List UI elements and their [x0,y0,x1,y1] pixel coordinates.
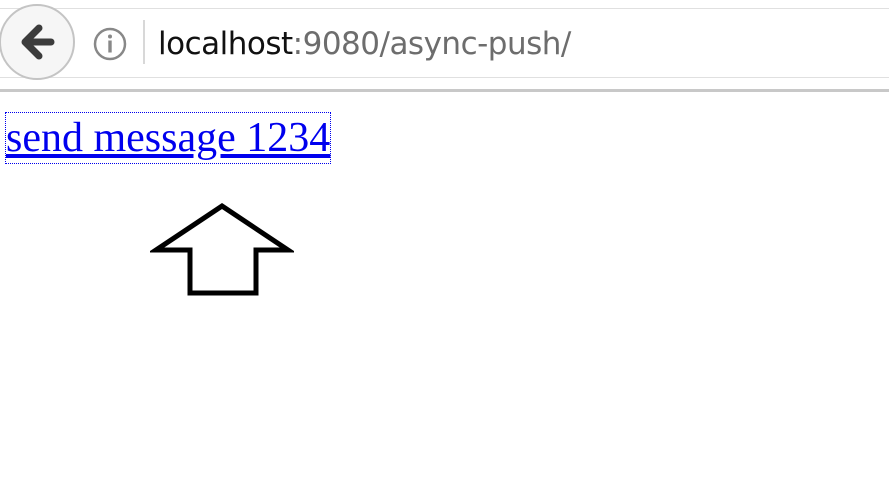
info-icon[interactable] [92,26,128,62]
url-bar[interactable]: localhost:9080/async-push/ [158,22,571,66]
back-arrow-icon [21,24,55,60]
up-arrow-icon [150,202,294,296]
url-separator [143,20,145,64]
browser-toolbar: localhost:9080/async-push/ [0,0,889,92]
page-content: send message 1234 [0,92,889,481]
url-host: localhost [158,26,293,62]
back-button[interactable] [0,4,75,80]
send-message-link[interactable]: send message 1234 [4,112,332,164]
url-path: :9080/async-push/ [292,26,572,62]
